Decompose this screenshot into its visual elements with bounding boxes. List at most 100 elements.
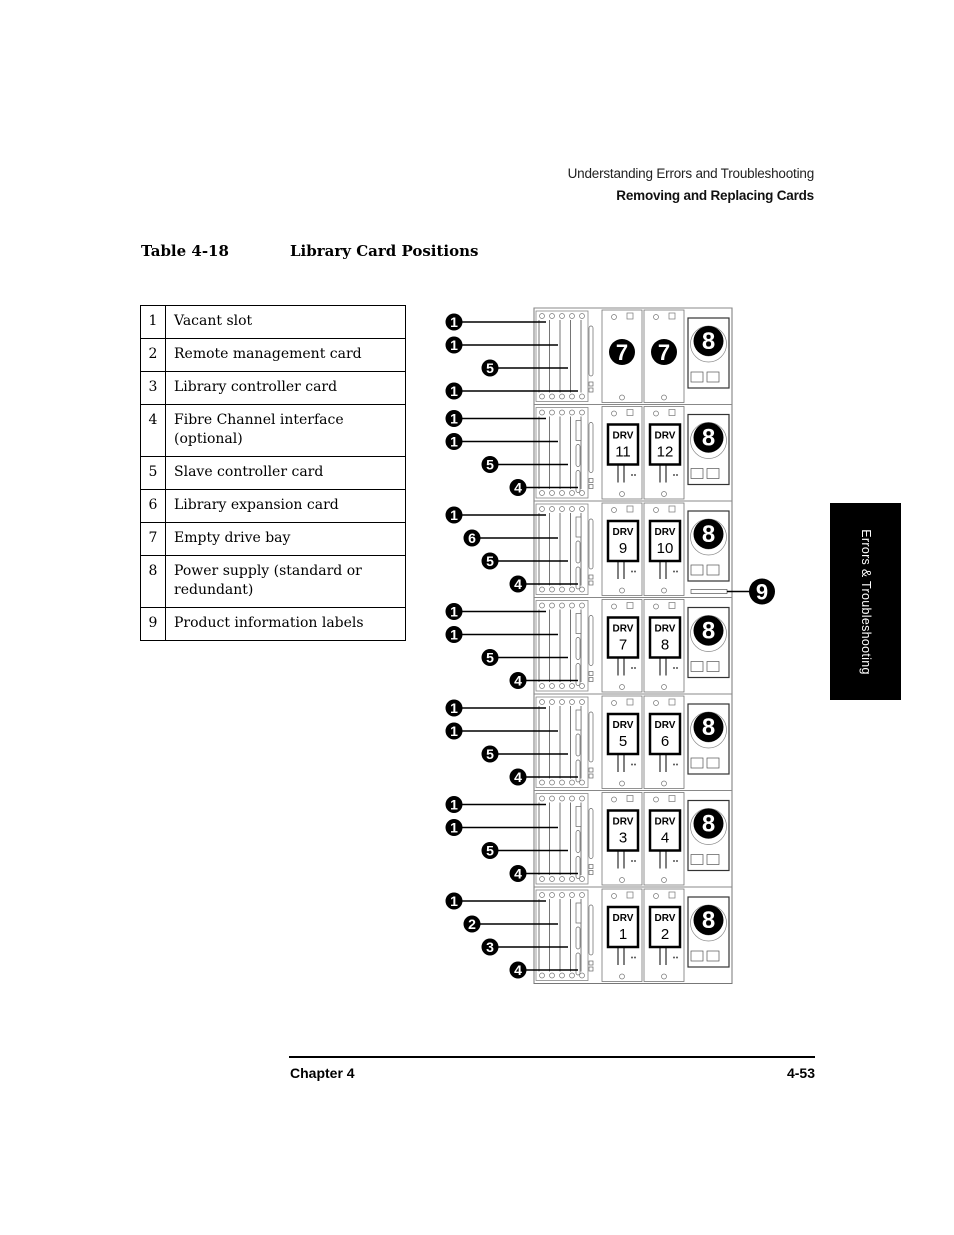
indicator-dot	[631, 860, 633, 862]
callout-number: 7	[658, 340, 670, 365]
scsi-connector-icon	[575, 540, 581, 564]
callout-number: 5	[486, 843, 494, 859]
table-row: 5 Slave controller card	[140, 456, 406, 490]
chassis-handle	[588, 325, 594, 377]
indicator-dot	[673, 667, 675, 669]
scsi-connector-icon	[575, 637, 581, 660]
callout-number: 1	[450, 820, 458, 836]
callout-number: 4	[514, 866, 522, 882]
drive-label-prefix: DRV	[613, 624, 634, 635]
callout-number: 4	[514, 962, 522, 978]
callout-number: 5	[486, 650, 494, 666]
indicator-dot	[631, 474, 633, 476]
vent-icon	[588, 671, 594, 676]
chassis-handle	[588, 904, 594, 956]
drive-label-prefix: DRV	[655, 527, 676, 538]
indicator-dot	[673, 570, 675, 573]
vent-icon	[588, 677, 594, 682]
callout-number: 3	[486, 939, 494, 955]
chassis-handle	[588, 518, 594, 570]
chapter-side-tab: Errors & Troubleshooting	[830, 503, 901, 700]
callout-number: 1	[450, 797, 458, 813]
card-position-table: 1 Vacant slot 2 Remote management card 3 Libr…	[140, 305, 406, 641]
drive-number: 2	[661, 926, 669, 943]
chassis-handle	[588, 615, 594, 666]
scsi-connector-icon	[575, 952, 581, 976]
row-number: 8	[140, 555, 166, 608]
callout-number: 1	[450, 434, 458, 450]
indicator-dot	[676, 860, 678, 862]
led-panel	[575, 709, 582, 731]
drive-label-prefix: DRV	[613, 913, 634, 924]
library-card-diagram: 7 7 81151DRV11DRV1281154DRV9DRV1081654DRV7…	[445, 307, 775, 984]
led-panel	[575, 613, 582, 634]
scsi-connector-icon	[575, 663, 581, 686]
table-row: 3 Library controller card	[140, 371, 406, 405]
row-number: 9	[140, 607, 166, 641]
callout-number: 7	[616, 340, 628, 365]
callout-number: 1	[450, 314, 458, 330]
vent-icon	[588, 574, 594, 580]
indicator-dot	[631, 667, 633, 669]
table-row: 2 Remote management card	[140, 338, 406, 372]
indicator-dot	[634, 570, 636, 573]
vent-icon	[588, 773, 594, 779]
table-row: 6 Library expansion card	[140, 489, 406, 523]
row-description: Fibre Channel interface (optional)	[165, 404, 406, 457]
row-number: 2	[140, 338, 166, 372]
led-panel	[575, 516, 582, 538]
indicator-dot	[634, 956, 636, 959]
vent-icon	[588, 966, 594, 972]
callout-number: 5	[486, 553, 494, 569]
callout-number: 1	[450, 604, 458, 620]
callout-number: 6	[468, 530, 476, 546]
drive-number: 10	[657, 540, 674, 557]
scsi-connector-icon	[575, 566, 581, 590]
vent-icon	[588, 478, 594, 483]
scsi-connector-icon	[575, 926, 581, 950]
vent-icon	[588, 767, 594, 773]
callout-number: 8	[702, 811, 715, 838]
callout-number: 1	[450, 627, 458, 643]
footer-rule	[289, 1056, 815, 1058]
drive-number: 6	[661, 733, 669, 750]
row-description: Remote management card	[165, 338, 406, 372]
callout-number: 1	[450, 700, 458, 716]
row-number: 1	[140, 305, 166, 339]
callout-number: 5	[486, 360, 494, 376]
running-header-subsection: Removing and Replacing Cards	[616, 188, 814, 203]
indicator-dot	[634, 667, 636, 669]
drive-label-prefix: DRV	[655, 431, 676, 442]
row-description: Product information labels	[165, 607, 406, 641]
scsi-connector-icon	[575, 759, 581, 783]
drive-label-prefix: DRV	[655, 624, 676, 635]
drive-label-prefix: DRV	[613, 817, 634, 828]
drive-number: 4	[661, 830, 669, 847]
vent-icon	[588, 580, 594, 586]
callout-number: 8	[702, 328, 715, 355]
callout-number: 5	[486, 457, 494, 473]
drive-number: 9	[619, 540, 627, 557]
row-description: Library controller card	[165, 371, 406, 405]
table-title: Library Card Positions	[290, 242, 479, 260]
vent-icon	[588, 864, 594, 869]
scsi-connector-icon	[575, 444, 581, 467]
callout-number: 1	[450, 893, 458, 909]
drive-label-prefix: DRV	[655, 720, 676, 731]
chassis-handle	[588, 422, 594, 473]
vent-icon	[588, 870, 594, 875]
row-description: Slave controller card	[165, 456, 406, 490]
table-row: 8 Power supply (standard or redundant)	[140, 555, 406, 608]
drive-label-prefix: DRV	[613, 431, 634, 442]
vent-icon	[588, 484, 594, 489]
drive-number: 12	[657, 444, 674, 461]
table-row: 4 Fibre Channel interface (optional)	[140, 404, 406, 457]
scsi-connector-icon	[575, 733, 581, 757]
row-description: Empty drive bay	[165, 522, 406, 556]
indicator-dot	[634, 474, 636, 476]
row-description: Power supply (standard or redundant)	[165, 555, 406, 608]
chassis-handle	[588, 808, 594, 859]
table-number: Table 4-18	[141, 242, 229, 260]
led-panel	[575, 902, 582, 924]
row-description: Library expansion card	[165, 489, 406, 523]
